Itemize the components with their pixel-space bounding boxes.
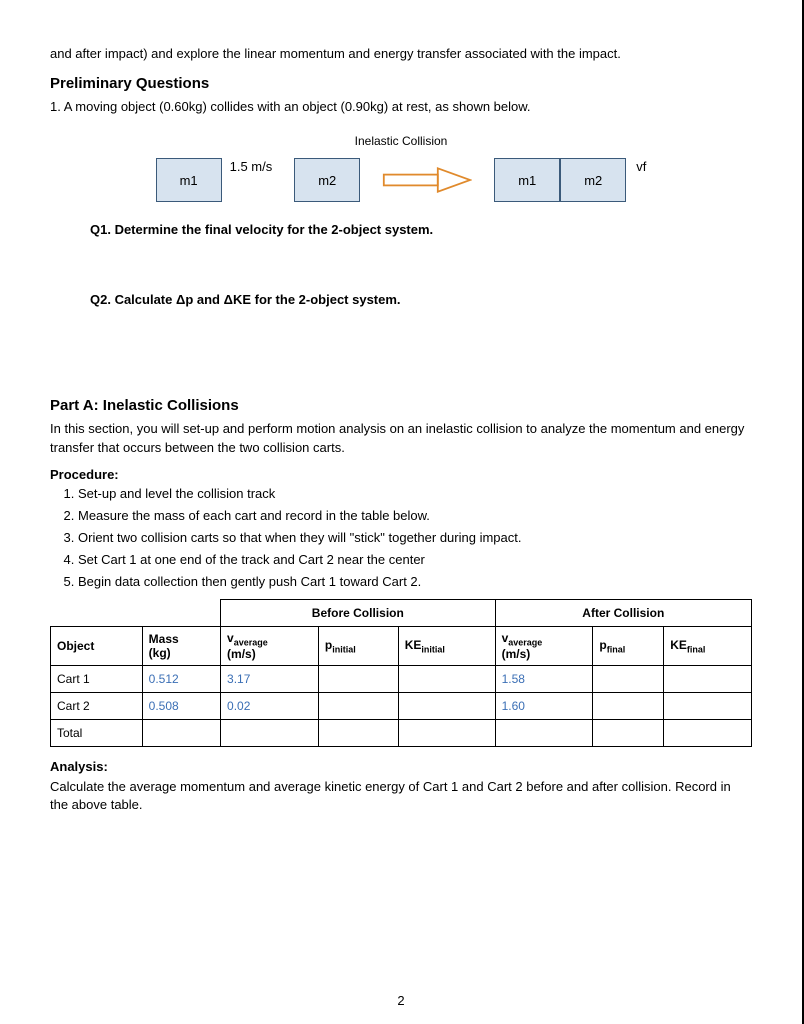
vf-label: vf	[636, 159, 646, 174]
page: and after impact) and explore the linear…	[0, 0, 804, 1024]
cell-mass: 0.508	[142, 693, 220, 720]
cell-pinitial	[318, 693, 398, 720]
cell-keinitial	[398, 720, 495, 747]
cell-pinitial	[318, 666, 398, 693]
question-2: Q2. Calculate Δp and ΔKE for the 2-objec…	[90, 292, 752, 307]
intro-paragraph: and after impact) and explore the linear…	[50, 45, 752, 63]
cell-keinitial	[398, 666, 495, 693]
cell-pinitial	[318, 720, 398, 747]
data-table: Before Collision After Collision Object …	[50, 599, 752, 747]
procedure-step: Begin data collection then gently push C…	[78, 574, 752, 589]
part-a-heading: Part A: Inelastic Collisions	[50, 397, 752, 414]
cell-kefinal	[664, 720, 752, 747]
th-pfinal: pfinal	[593, 626, 664, 665]
cell-mass: 0.512	[142, 666, 220, 693]
cell-pfinal	[593, 693, 664, 720]
th-pinitial: pinitial	[318, 626, 398, 665]
th-mass: Mass(kg)	[142, 626, 220, 665]
procedure-step: Orient two collision carts so that when …	[78, 530, 752, 545]
diagram-title: Inelastic Collision	[50, 134, 752, 148]
joined-masses: m1 m2	[494, 158, 626, 202]
cell-vafter: 1.60	[495, 693, 593, 720]
cell-vbefore: 3.17	[221, 666, 319, 693]
th-keinitial: KEinitial	[398, 626, 495, 665]
th-before: Before Collision	[221, 599, 496, 626]
cell-vafter	[495, 720, 593, 747]
th-vavg-before: vaverage(m/s)	[221, 626, 319, 665]
cell-object: Total	[51, 720, 143, 747]
mass-box-m1-before: m1	[156, 158, 222, 202]
question-1: Q1. Determine the final velocity for the…	[90, 222, 752, 237]
table-row: Total	[51, 720, 752, 747]
page-number: 2	[0, 993, 802, 1008]
cell-object: Cart 2	[51, 693, 143, 720]
cell-vbefore: 0.02	[221, 693, 319, 720]
th-after: After Collision	[495, 599, 751, 626]
cell-object: Cart 1	[51, 666, 143, 693]
part-a-description: In this section, you will set-up and per…	[50, 420, 752, 456]
cell-kefinal	[664, 693, 752, 720]
arrow-icon	[382, 165, 472, 195]
th-vavg-after: vaverage(m/s)	[495, 626, 593, 665]
th-kefinal: KEfinal	[664, 626, 752, 665]
cell-kefinal	[664, 666, 752, 693]
procedure-step: Measure the mass of each cart and record…	[78, 508, 752, 523]
procedure-list: Set-up and level the collision track Mea…	[78, 486, 752, 589]
cell-vafter: 1.58	[495, 666, 593, 693]
collision-diagram: m1 1.5 m/s m2 m1 m2 vf	[50, 158, 752, 202]
th-blank	[142, 599, 220, 626]
mass-box-m1-after: m1	[494, 158, 560, 202]
procedure-step: Set Cart 1 at one end of the track and C…	[78, 552, 752, 567]
cell-mass	[142, 720, 220, 747]
cell-vbefore	[221, 720, 319, 747]
cell-pfinal	[593, 720, 664, 747]
procedure-step: Set-up and level the collision track	[78, 486, 752, 501]
preliminary-heading: Preliminary Questions	[50, 75, 752, 92]
cell-keinitial	[398, 693, 495, 720]
table-row: Cart 2 0.508 0.02 1.60	[51, 693, 752, 720]
cell-pfinal	[593, 666, 664, 693]
preliminary-intro: 1. A moving object (0.60kg) collides wit…	[50, 98, 752, 116]
mass-box-m2-before: m2	[294, 158, 360, 202]
procedure-heading: Procedure:	[50, 467, 752, 482]
th-object: Object	[51, 626, 143, 665]
analysis-text: Calculate the average momentum and avera…	[50, 778, 752, 814]
mass-box-m2-after: m2	[560, 158, 626, 202]
speed-label: 1.5 m/s	[230, 159, 273, 174]
table-row: Cart 1 0.512 3.17 1.58	[51, 666, 752, 693]
th-blank	[51, 599, 143, 626]
analysis-heading: Analysis:	[50, 759, 752, 774]
